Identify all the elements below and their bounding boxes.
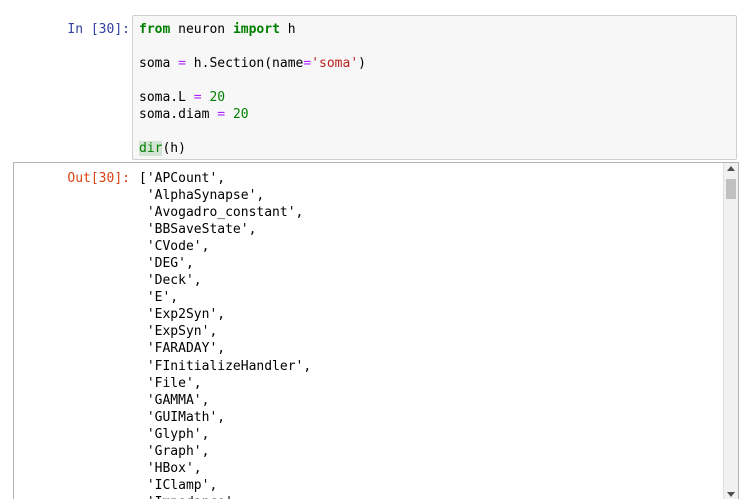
code-text: soma.diam (139, 107, 218, 122)
operator: = (217, 107, 226, 122)
output-scroll-area[interactable]: ['APCount', 'AlphaSynapse', 'Avogadro_co… (13, 162, 739, 499)
code-line-8: dir(h) (139, 140, 736, 157)
number-literal: 20 (209, 90, 226, 105)
input-prompt: In [30]: (67, 22, 130, 37)
builtin-dir: dir (139, 141, 163, 156)
scroll-up-arrow-icon[interactable] (727, 166, 735, 171)
code-text: h.Section(name (185, 56, 304, 71)
operator: = (178, 56, 186, 71)
number-literal: 20 (232, 107, 249, 122)
code-line-3: soma = h.Section(name='soma') (139, 55, 736, 72)
output-text: ['APCount', 'AlphaSynapse', 'Avogadro_co… (139, 171, 312, 499)
code-text: neuron (170, 22, 233, 37)
operator: = (193, 90, 202, 105)
code-text: h (279, 22, 296, 37)
code-line-6: soma.diam = 20 (139, 106, 736, 123)
string-literal: 'soma' (311, 56, 359, 71)
code-input-cell[interactable]: from neuron import h soma = h.Section(na… (132, 15, 737, 160)
scrollbar-thumb[interactable] (726, 179, 736, 199)
code-text: ) (358, 56, 366, 71)
scroll-down-arrow-icon[interactable] (727, 492, 735, 497)
code-line-5: soma.L = 20 (139, 89, 736, 106)
vertical-scrollbar[interactable] (723, 163, 738, 499)
code-line-1: from neuron import h (139, 21, 736, 38)
code-text: soma (139, 56, 179, 71)
keyword-from: from (139, 22, 171, 37)
keyword-import: import (232, 22, 280, 37)
code-text: (h) (162, 141, 186, 156)
code-text: soma.L (139, 90, 194, 105)
output-prompt: Out[30]: (67, 171, 130, 186)
